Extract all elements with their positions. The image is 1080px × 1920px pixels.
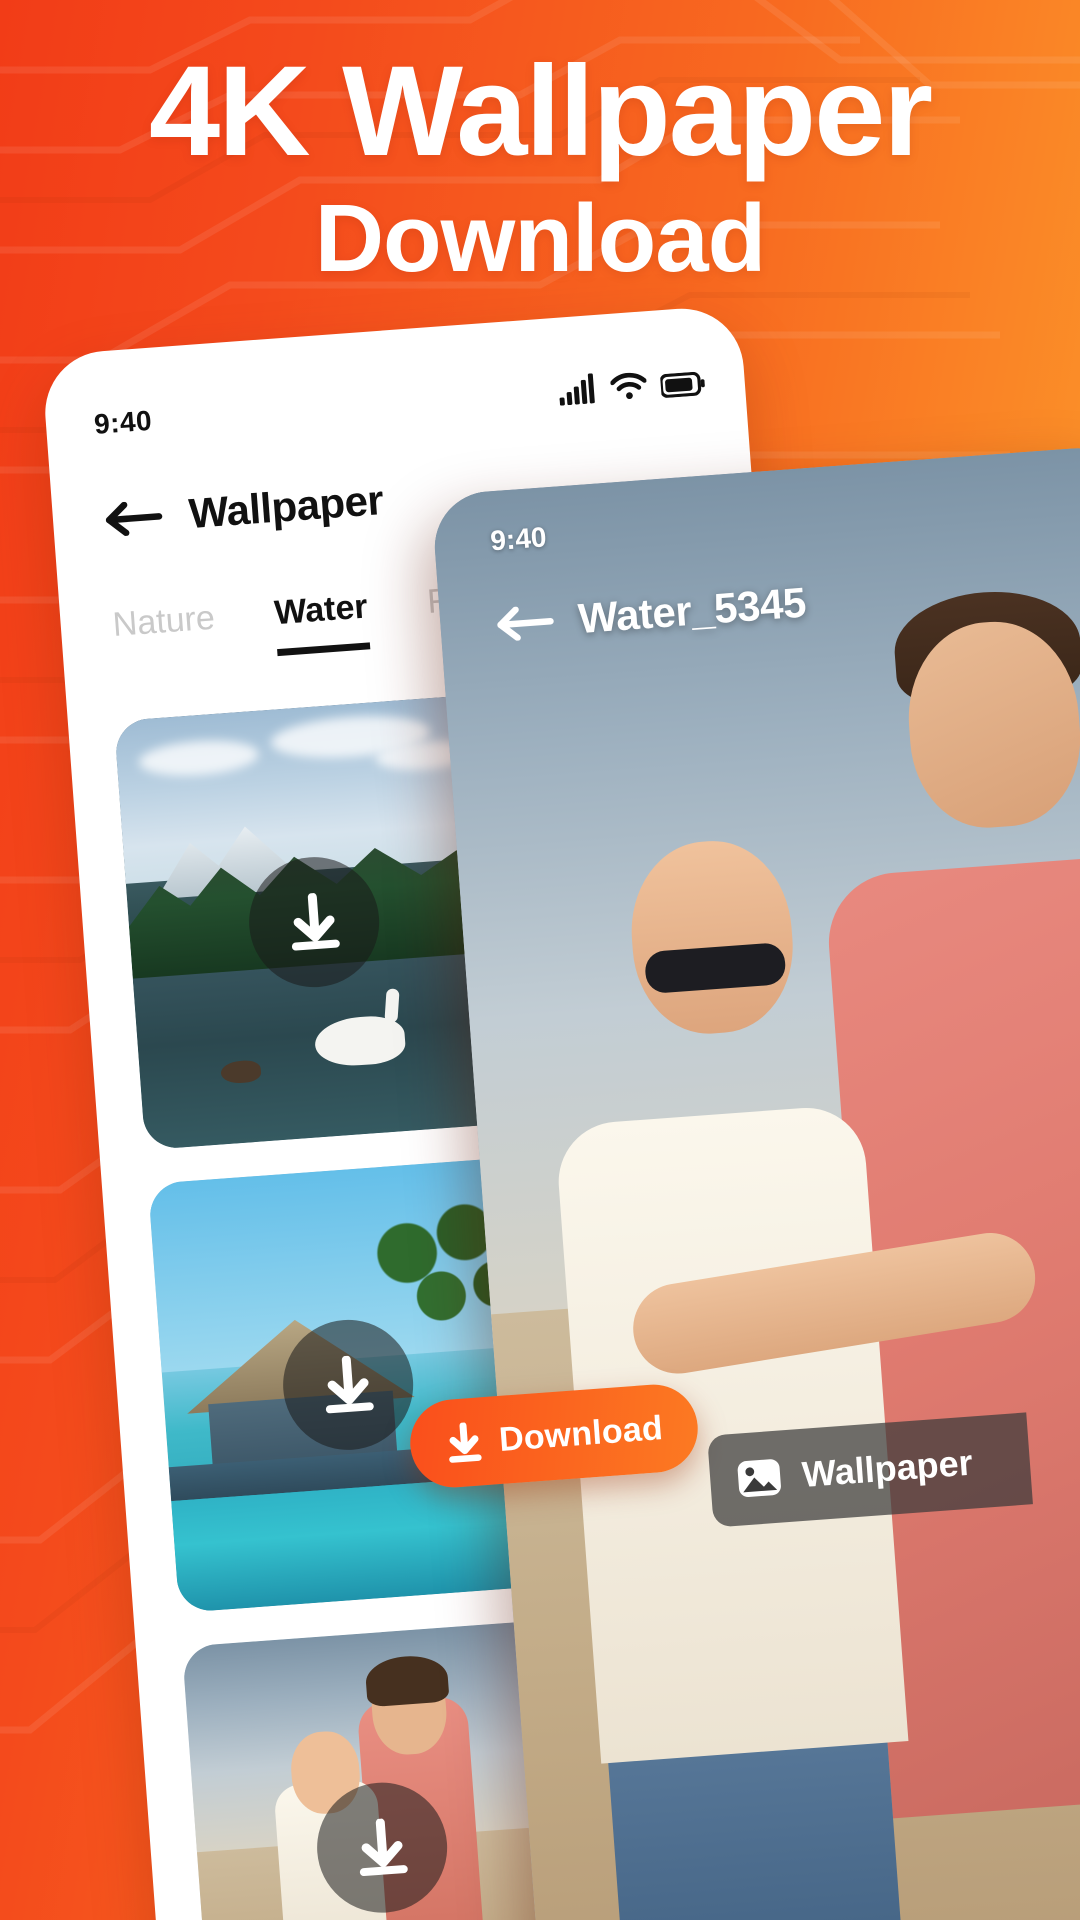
detail-photo: [430, 444, 1080, 1920]
status-bar-time: 9:40: [92, 404, 154, 440]
signal-icon: [558, 373, 598, 406]
download-arrow-icon: [318, 1354, 378, 1416]
download-button-label: Download: [497, 1408, 665, 1459]
tab-nature[interactable]: Nature: [111, 599, 217, 661]
download-arrow-icon: [352, 1817, 412, 1879]
download-arrow-icon: [444, 1421, 485, 1464]
arrow-left-icon[interactable]: [104, 499, 164, 537]
headline-line-2: Download: [314, 185, 767, 292]
page-title: Wallpaper: [187, 476, 385, 538]
status-bar-time: 9:40: [489, 521, 548, 557]
nav-bar: Wallpaper: [103, 476, 385, 544]
wallpaper-badge-label: Wallpaper: [800, 1441, 974, 1495]
headline-line-1: 4K Wallpaper: [148, 40, 933, 183]
battery-icon: [659, 371, 706, 398]
image-icon: [735, 1454, 784, 1503]
headline: 4K Wallpaper Download: [0, 48, 1080, 294]
wifi-icon: [610, 371, 648, 402]
status-bar: 9:40: [93, 359, 706, 446]
arrow-left-icon[interactable]: [495, 604, 555, 642]
download-arrow-icon: [284, 891, 344, 953]
phone-mockup-wallpaper-detail: 9:40 Water_5345: [430, 444, 1080, 1920]
tab-water[interactable]: Water: [273, 587, 371, 657]
